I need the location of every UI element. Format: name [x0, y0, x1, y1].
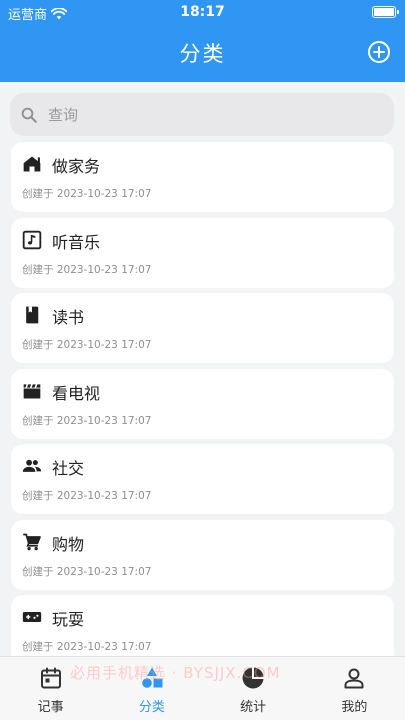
app-header: 运营商 18:17 分类 — [0, 0, 405, 82]
status-time: 18:17 — [180, 4, 225, 20]
category-name: 社交 — [52, 459, 85, 478]
pie-chart-icon — [242, 667, 264, 689]
shapes-icon — [142, 667, 163, 688]
category-name: 做家务 — [52, 157, 101, 176]
category-name: 玩耍 — [52, 610, 85, 629]
add-category-button[interactable] — [367, 40, 391, 64]
category-card[interactable]: 购物 创建于 2023-10-23 17:07 — [11, 519, 394, 590]
status-bar: 运营商 18:17 — [0, 0, 405, 24]
tab-notes[interactable]: 记事 — [0, 657, 101, 720]
category-card[interactable]: 读书 创建于 2023-10-23 17:07 — [11, 293, 394, 363]
tab-label: 记事 — [37, 700, 64, 715]
battery-icon — [372, 6, 399, 18]
category-created: 创建于 2023-10-23 17:07 — [22, 263, 152, 276]
category-card[interactable]: 社交 创建于 2023-10-23 17:07 — [11, 444, 394, 514]
search-placeholder: 查询 — [48, 106, 79, 124]
gamepad-icon — [22, 612, 42, 622]
category-created: 创建于 2023-10-23 17:07 — [22, 641, 152, 653]
category-created: 创建于 2023-10-23 17:07 — [22, 414, 152, 427]
tab-categories[interactable]: 分类 — [101, 657, 202, 720]
category-card[interactable]: 听音乐 创建于 2023-10-23 17:07 — [11, 217, 394, 288]
category-card[interactable]: 看电视 创建于 2023-10-23 17:07 — [11, 368, 394, 439]
search-input[interactable]: 查询 — [10, 93, 394, 136]
category-created: 创建于 2023-10-23 17:07 — [22, 188, 152, 200]
person-icon — [344, 668, 364, 689]
book-icon — [26, 306, 39, 324]
music-icon — [22, 230, 42, 249]
category-name: 看电视 — [52, 383, 101, 403]
calendar-icon — [40, 667, 61, 689]
tab-label: 我的 — [341, 700, 368, 715]
clapperboard-icon — [23, 383, 41, 398]
category-name: 购物 — [52, 534, 85, 554]
category-created: 创建于 2023-10-23 17:07 — [22, 339, 152, 351]
page-title: 分类 — [179, 42, 226, 66]
tab-statistics[interactable]: 统计 — [203, 657, 304, 720]
category-name: 听音乐 — [52, 232, 101, 252]
category-created: 创建于 2023-10-23 17:07 — [22, 565, 152, 578]
people-icon — [22, 459, 42, 472]
tab-label: 分类 — [138, 700, 165, 715]
tab-profile[interactable]: 我的 — [304, 657, 405, 720]
search-icon — [21, 107, 37, 123]
cart-icon — [23, 533, 41, 550]
category-card[interactable]: 玩耍 创建于 2023-10-23 17:07 — [11, 595, 394, 665]
house-icon — [23, 156, 41, 172]
category-created: 创建于 2023-10-23 17:07 — [22, 490, 152, 502]
category-list: 做家务 创建于 2023-10-23 17:07 听音乐 创建于 2023-10… — [11, 142, 394, 671]
tab-bar: 记事 分类 统计 我的 — [0, 656, 405, 720]
category-card[interactable]: 做家务 创建于 2023-10-23 17:07 — [11, 142, 394, 212]
tab-label: 统计 — [240, 700, 267, 715]
category-name: 读书 — [52, 308, 85, 327]
